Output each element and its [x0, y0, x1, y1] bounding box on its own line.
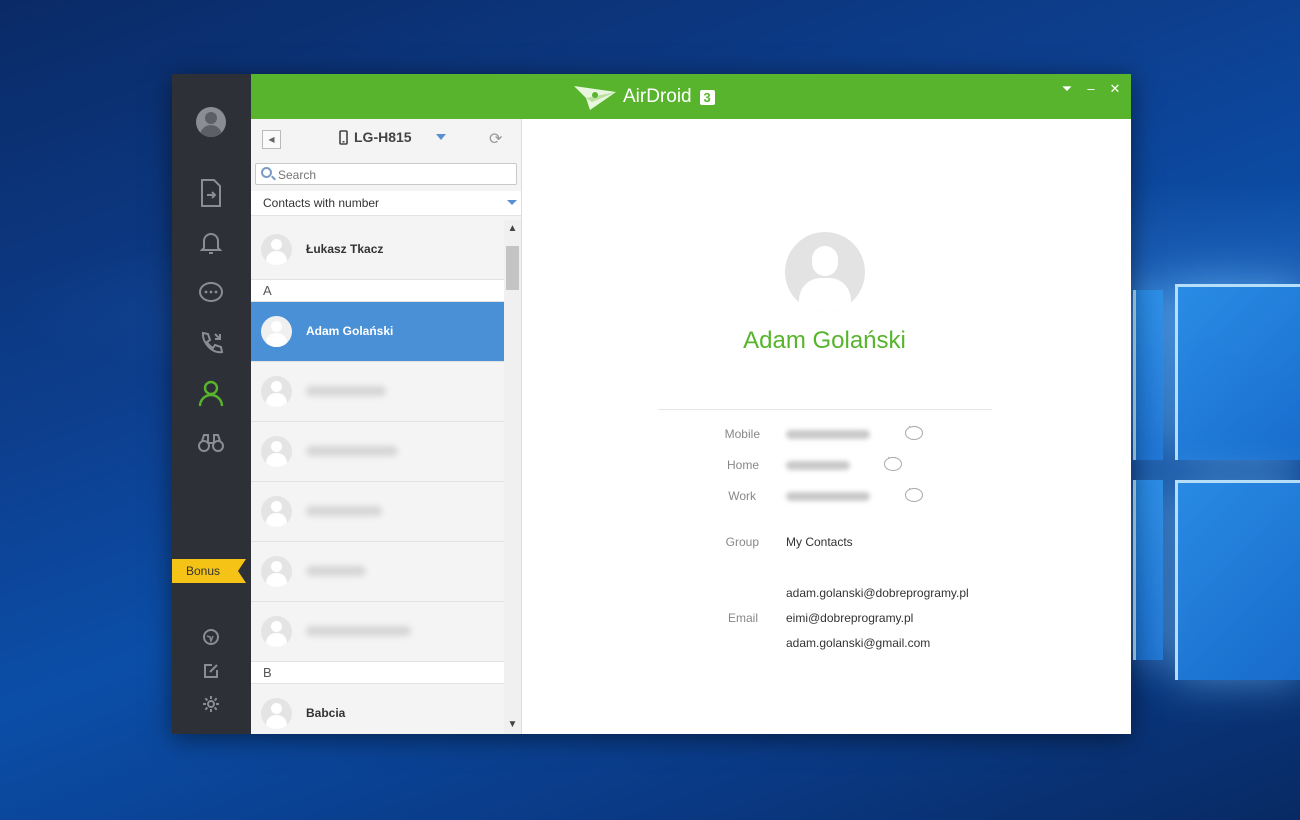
avatar: [261, 496, 292, 527]
app-name: AirDroid: [623, 86, 692, 107]
divider: [658, 409, 992, 410]
redacted-name: [306, 506, 382, 516]
avatar: [261, 616, 292, 647]
list-scrollbar[interactable]: ▲ ▼: [504, 220, 521, 734]
work-label: Work: [728, 489, 756, 503]
home-label: Home: [726, 458, 759, 472]
calls-icon[interactable]: [192, 324, 230, 362]
account-avatar[interactable]: [196, 107, 226, 137]
minimize-icon[interactable]: –: [1083, 81, 1099, 97]
back-button[interactable]: ◀: [262, 130, 281, 149]
redacted-name: [306, 626, 411, 636]
redacted-name: [306, 386, 386, 396]
group-label: Group: [725, 535, 759, 549]
airdroid-window: Bonus AirDroid 3 ⏷ – ✕ ◀ LG-H815 ⟳ Searc…: [172, 74, 1131, 734]
search-box: [255, 163, 517, 185]
chevron-down-icon: [507, 200, 517, 205]
contact-name: Łukasz Tkacz: [306, 242, 384, 256]
section-header: A: [251, 280, 504, 302]
notifications-icon[interactable]: [192, 224, 230, 262]
list-item[interactable]: [251, 422, 504, 482]
contact-filter-dropdown[interactable]: Contacts with number: [251, 191, 521, 216]
send-message-icon[interactable]: [884, 452, 902, 471]
scroll-up-icon[interactable]: ▲: [504, 222, 521, 236]
chevron-down-icon: [435, 134, 446, 140]
list-item[interactable]: [251, 602, 504, 662]
scroll-down-icon[interactable]: ▼: [504, 718, 521, 732]
contact-name-heading: Adam Golański: [743, 327, 906, 354]
group-value: My Contacts: [786, 535, 853, 549]
list-item[interactable]: [251, 362, 504, 422]
contact-avatar: [785, 232, 865, 312]
contact-list-pane: ◀ LG-H815 ⟳ Contacts with number Łukasz …: [251, 119, 522, 734]
find-phone-icon[interactable]: [192, 424, 230, 462]
search-input[interactable]: [278, 166, 510, 183]
web-icon[interactable]: [192, 618, 230, 656]
collapse-icon[interactable]: ⏷: [1059, 81, 1075, 97]
redacted-mobile: [786, 430, 870, 439]
list-item-selected[interactable]: Adam Golański: [251, 302, 504, 362]
windows-logo-pane: [1175, 480, 1300, 680]
messages-icon[interactable]: [192, 274, 230, 312]
windows-logo-pane: [1133, 480, 1163, 660]
send-message-icon[interactable]: [905, 421, 923, 440]
filter-label: Contacts with number: [263, 196, 380, 210]
avatar: [261, 698, 292, 729]
side-rail: Bonus: [172, 74, 251, 734]
bonus-badge[interactable]: Bonus: [172, 559, 246, 583]
redacted-home: [786, 461, 850, 470]
windows-logo-pane: [1175, 284, 1300, 460]
version-badge: 3: [699, 89, 715, 105]
paper-plane-icon: [574, 86, 616, 110]
avatar: [261, 556, 292, 587]
section-header: B: [251, 662, 504, 684]
settings-icon[interactable]: [192, 685, 230, 723]
list-item[interactable]: [251, 482, 504, 542]
files-icon[interactable]: [192, 174, 230, 212]
device-name: LG-H815: [354, 129, 412, 145]
redacted-work: [786, 492, 870, 501]
email-value[interactable]: adam.golanski@dobreprogramy.pl: [786, 586, 969, 600]
email-value[interactable]: eimi@dobreprogramy.pl: [786, 611, 913, 625]
search-icon: [261, 167, 272, 178]
scroll-thumb[interactable]: [506, 246, 519, 290]
contact-name: Adam Golański: [306, 324, 394, 338]
list-item[interactable]: [251, 542, 504, 602]
windows-logo-pane: [1133, 290, 1163, 460]
list-item[interactable]: Babcia: [251, 684, 504, 734]
avatar: [261, 436, 292, 467]
app-logo: AirDroid 3: [573, 82, 715, 112]
mobile-label: Mobile: [724, 427, 760, 441]
redacted-name: [306, 446, 398, 456]
contacts-icon[interactable]: [192, 374, 230, 412]
phone-icon: [339, 129, 348, 145]
contact-name: Babcia: [306, 706, 346, 720]
refresh-icon[interactable]: ⟳: [489, 129, 502, 149]
send-message-icon[interactable]: [905, 483, 923, 502]
avatar: [261, 234, 292, 265]
device-selector[interactable]: LG-H815: [339, 129, 446, 145]
device-bar: ◀ LG-H815 ⟳: [251, 119, 521, 156]
avatar: [261, 376, 292, 407]
email-value[interactable]: adam.golanski@gmail.com: [786, 636, 930, 650]
title-bar: AirDroid 3 ⏷ – ✕: [251, 74, 1131, 119]
contact-detail-pane: Adam Golański Mobile Home Work Group My …: [522, 119, 1131, 734]
redacted-name: [306, 566, 366, 576]
avatar: [261, 316, 292, 347]
close-icon[interactable]: ✕: [1107, 81, 1123, 97]
list-item[interactable]: Łukasz Tkacz: [251, 220, 504, 280]
email-label: Email: [727, 611, 758, 625]
contact-list: Łukasz Tkacz A Adam Golański B Babcia: [251, 220, 504, 734]
